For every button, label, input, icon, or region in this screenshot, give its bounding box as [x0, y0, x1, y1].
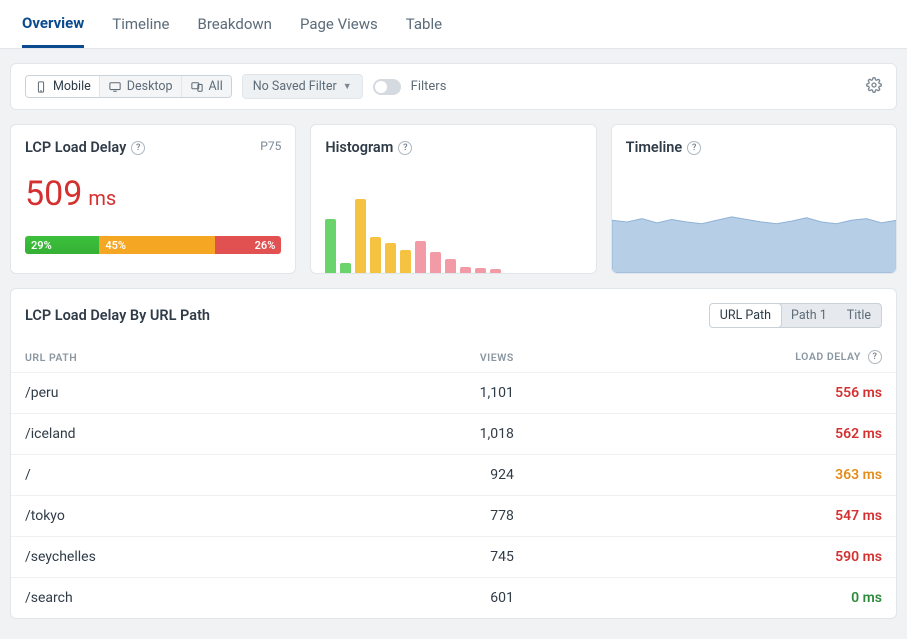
cell-path: /peru: [11, 373, 328, 414]
col-views[interactable]: VIEWS: [328, 342, 528, 373]
lcp-percentile: P75: [260, 139, 281, 153]
lcp-title: LCP Load Delay: [25, 139, 126, 156]
help-icon[interactable]: ?: [398, 141, 412, 155]
scope-path-1[interactable]: Path 1: [781, 304, 837, 327]
saved-filter-select[interactable]: No Saved Filter ▼: [242, 74, 363, 99]
help-icon[interactable]: ?: [868, 350, 882, 364]
histogram-bar: [370, 237, 381, 273]
lcp-value-unit: ms: [88, 186, 116, 210]
help-icon[interactable]: ?: [687, 141, 701, 155]
cell-path: /search: [11, 578, 328, 619]
settings-button[interactable]: [866, 77, 882, 97]
cell-views: 778: [328, 496, 528, 537]
lcp-distribution: 29% 45% 26%: [25, 236, 281, 254]
filters-toggle-label: Filters: [411, 79, 447, 94]
timeline-chart: [612, 188, 896, 273]
histogram-chart: [325, 188, 581, 273]
cell-path: /iceland: [11, 414, 328, 455]
saved-filter-label: No Saved Filter: [253, 79, 337, 94]
cell-delay: 590 ms: [528, 537, 896, 578]
device-all[interactable]: All: [182, 76, 231, 97]
cell-views: 1,101: [328, 373, 528, 414]
col-path[interactable]: URL PATH: [11, 342, 328, 373]
device-mobile[interactable]: Mobile: [26, 76, 100, 97]
devices-icon: [190, 81, 204, 93]
by-url-title: LCP Load Delay By URL Path: [25, 307, 210, 324]
tab-overview[interactable]: Overview: [22, 0, 84, 48]
tab-page-views[interactable]: Page Views: [300, 0, 378, 48]
histogram-bar: [430, 252, 441, 273]
phone-icon: [34, 81, 48, 93]
device-desktop[interactable]: Desktop: [100, 76, 182, 97]
histogram-bar: [340, 263, 351, 273]
histogram-bar: [325, 219, 336, 273]
by-url-card: LCP Load Delay By URL Path URL Path Path…: [10, 288, 897, 619]
table-row[interactable]: /peru1,101556 ms: [11, 373, 896, 414]
timeline-title: Timeline: [626, 139, 683, 156]
cell-delay: 547 ms: [528, 496, 896, 537]
dist-poor: 26%: [215, 236, 282, 254]
device-mobile-label: Mobile: [53, 79, 91, 94]
cell-path: /seychelles: [11, 537, 328, 578]
cell-delay: 0 ms: [528, 578, 896, 619]
cell-views: 924: [328, 455, 528, 496]
histogram-bar: [490, 269, 501, 273]
cell-path: /tokyo: [11, 496, 328, 537]
url-table: URL PATH VIEWS LOAD DELAY ? /peru1,10155…: [11, 342, 896, 618]
tab-table[interactable]: Table: [406, 0, 442, 48]
lcp-card: LCP Load Delay ? P75 509 ms 29% 45% 26%: [10, 124, 296, 274]
dist-needs: 45%: [99, 236, 214, 254]
desktop-icon: [108, 81, 122, 93]
view-tabs: Overview Timeline Breakdown Page Views T…: [0, 0, 907, 49]
device-segment: Mobile Desktop All: [25, 75, 232, 98]
table-row[interactable]: /seychelles745590 ms: [11, 537, 896, 578]
cell-delay: 562 ms: [528, 414, 896, 455]
chevron-down-icon: ▼: [343, 81, 352, 92]
dist-good: 29%: [25, 236, 99, 254]
col-delay[interactable]: LOAD DELAY ?: [528, 342, 896, 373]
table-row[interactable]: /search6010 ms: [11, 578, 896, 619]
help-icon[interactable]: ?: [131, 141, 145, 155]
cell-delay: 556 ms: [528, 373, 896, 414]
lcp-value: 509 ms: [25, 174, 281, 214]
table-row[interactable]: /tokyo778547 ms: [11, 496, 896, 537]
cell-views: 1,018: [328, 414, 528, 455]
cell-delay: 363 ms: [528, 455, 896, 496]
device-desktop-label: Desktop: [127, 79, 173, 94]
scope-segment: URL Path Path 1 Title: [709, 303, 882, 328]
histogram-bar: [475, 268, 486, 273]
cell-views: 745: [328, 537, 528, 578]
histogram-bar: [415, 241, 426, 273]
histogram-bar: [385, 243, 396, 273]
device-all-label: All: [209, 79, 223, 94]
histogram-bar: [445, 259, 456, 273]
table-row[interactable]: /iceland1,018562 ms: [11, 414, 896, 455]
filter-bar: Mobile Desktop All No Saved Filter ▼ Fil…: [10, 63, 897, 110]
filters-toggle[interactable]: [373, 79, 401, 95]
histogram-bar: [400, 250, 411, 273]
tab-timeline[interactable]: Timeline: [112, 0, 169, 48]
tab-breakdown[interactable]: Breakdown: [198, 0, 272, 48]
histogram-bar: [460, 267, 471, 273]
histogram-bar: [355, 199, 366, 273]
histogram-card: Histogram ?: [310, 124, 596, 274]
cell-views: 601: [328, 578, 528, 619]
gear-icon: [866, 77, 882, 93]
histogram-title: Histogram: [325, 139, 393, 156]
timeline-card: Timeline ?: [611, 124, 897, 274]
scope-title[interactable]: Title: [837, 304, 881, 327]
cell-path: /: [11, 455, 328, 496]
scope-url-path[interactable]: URL Path: [709, 303, 782, 328]
table-row[interactable]: /924363 ms: [11, 455, 896, 496]
lcp-value-number: 509: [25, 174, 82, 214]
col-delay-label: LOAD DELAY: [795, 350, 861, 363]
